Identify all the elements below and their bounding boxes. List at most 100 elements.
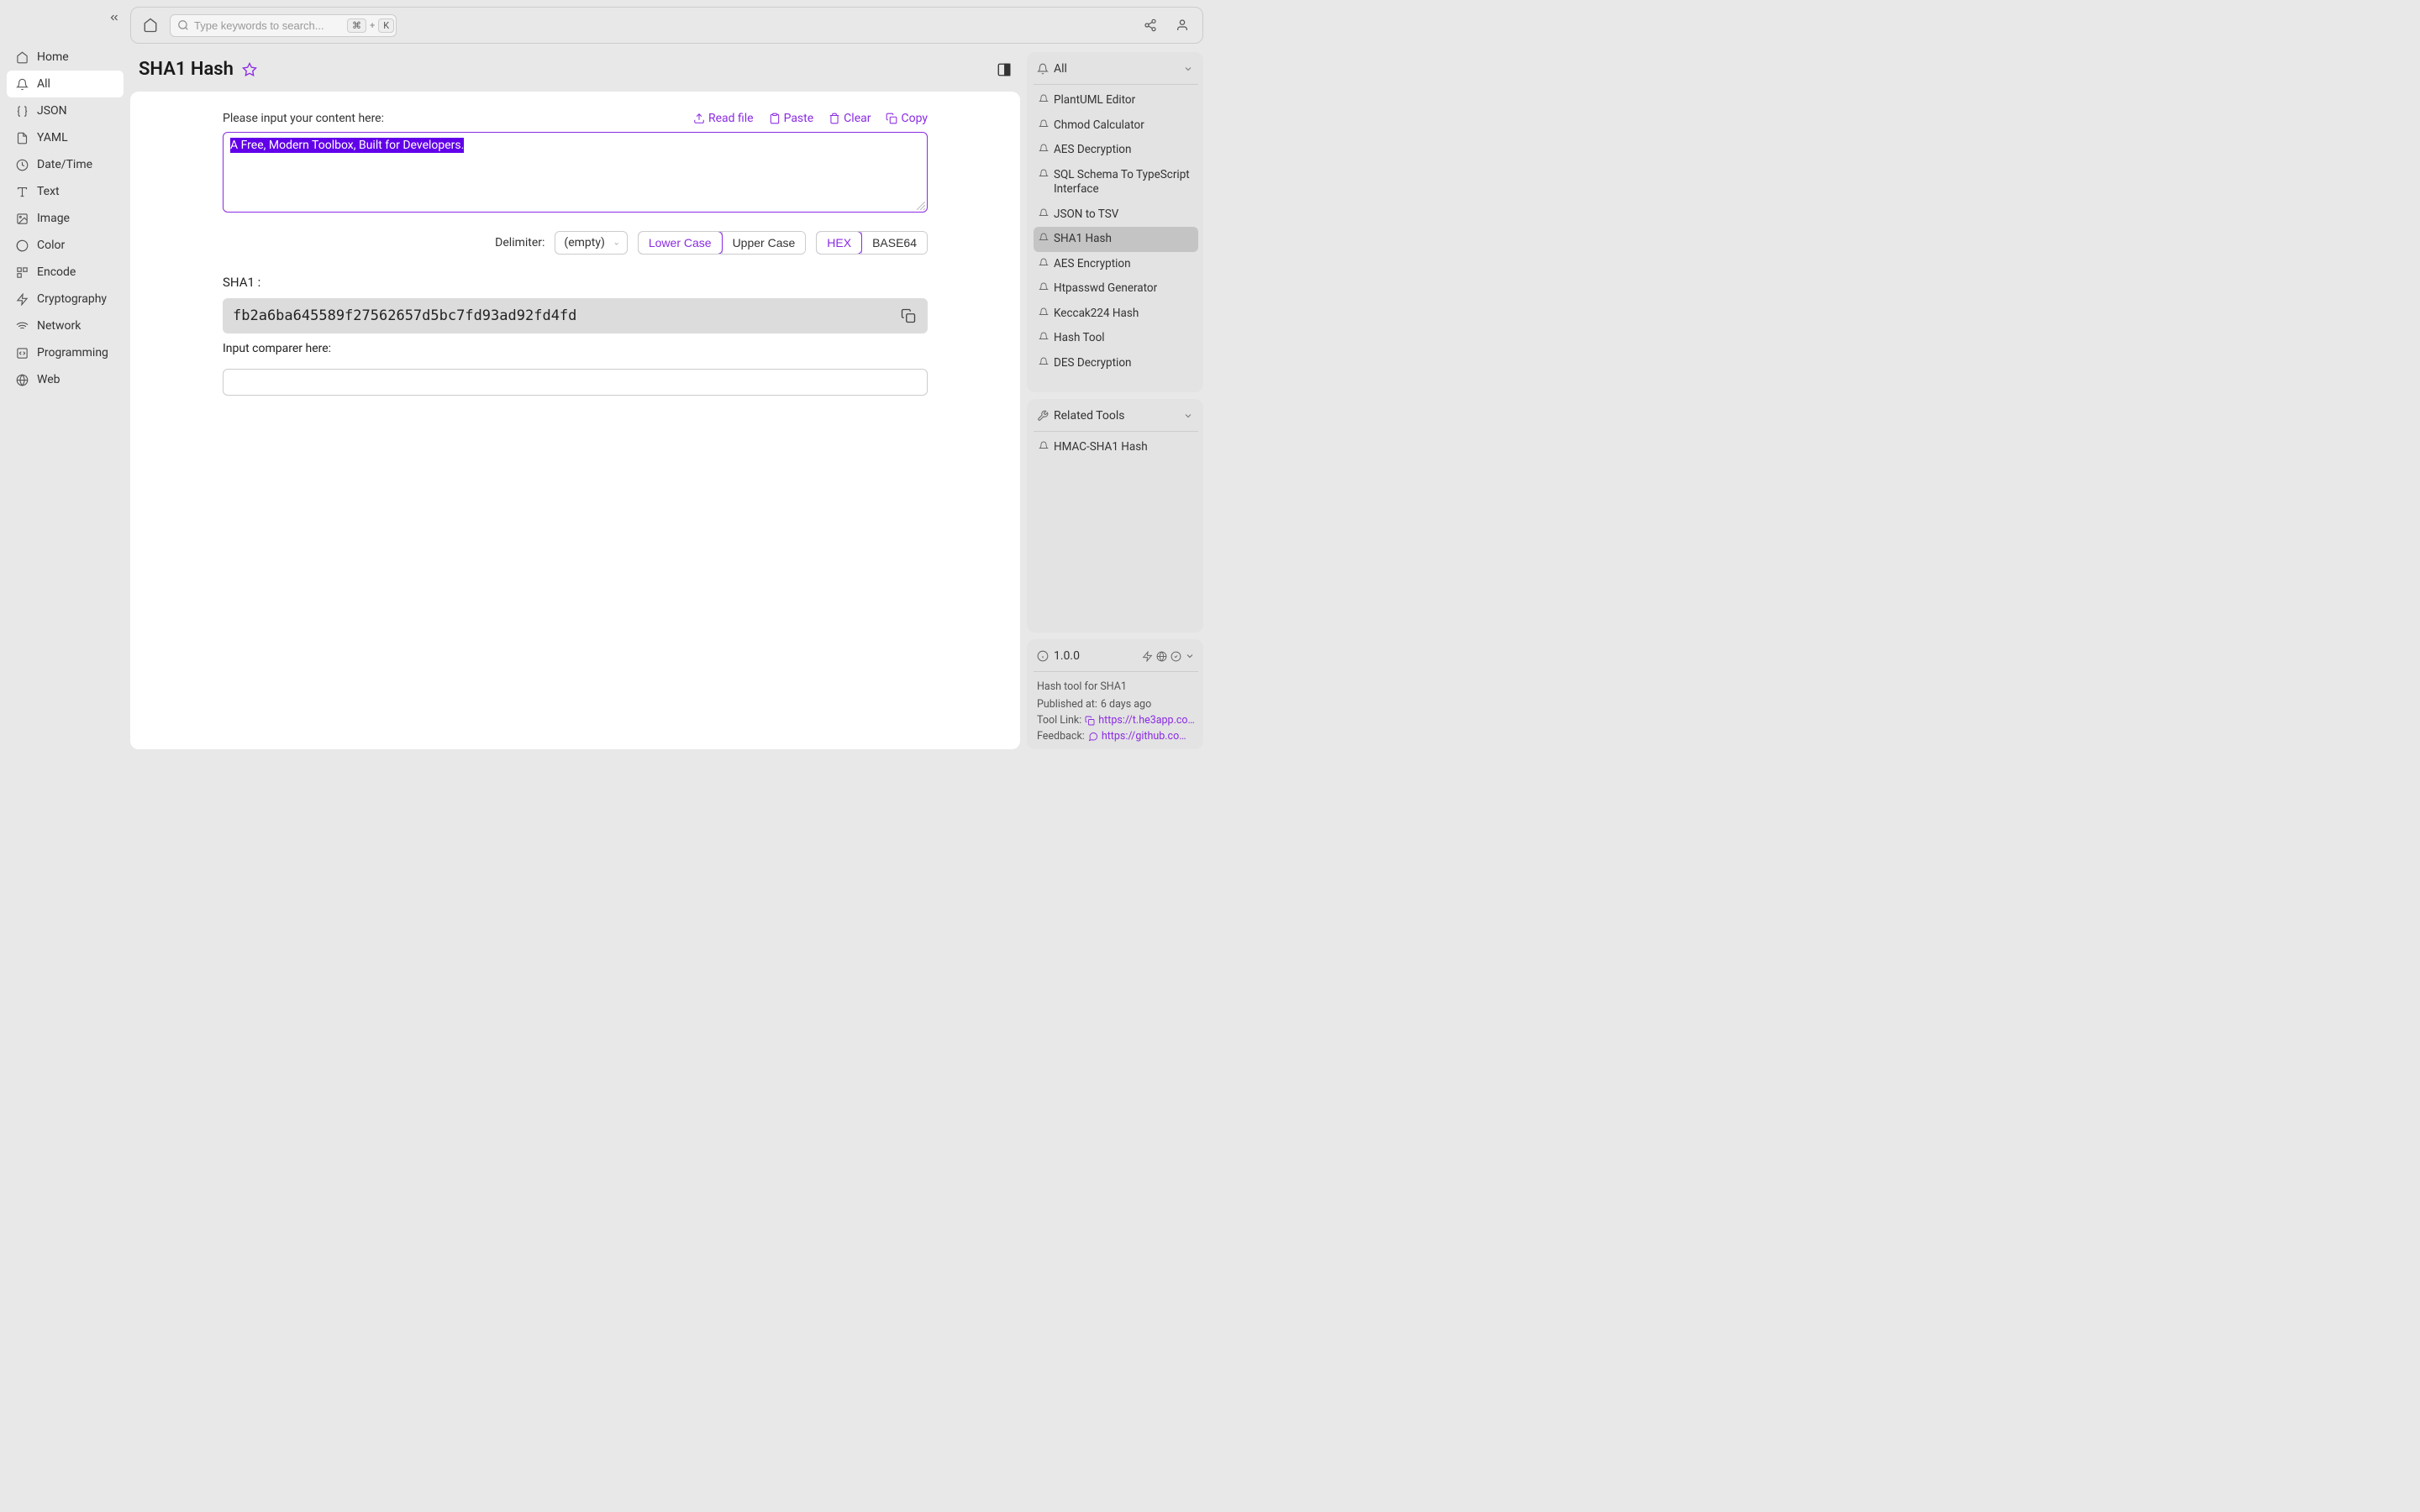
bell-icon: [1039, 94, 1049, 104]
info-description: Hash tool for SHA1: [1034, 679, 1198, 695]
sidebar-item-datetime[interactable]: Date/Time: [7, 151, 124, 178]
feedback-line: Feedback: https://github.com/…: [1034, 727, 1198, 743]
sidebar-item-all[interactable]: All: [7, 71, 124, 97]
chevron-down-icon[interactable]: [1185, 651, 1195, 661]
search-box[interactable]: ⌘ + K: [170, 14, 397, 37]
copy-link-icon[interactable]: [1085, 716, 1095, 726]
output-box: fb2a6ba645589f27562657d5bc7fd93ad92fd4fd: [223, 298, 928, 333]
wifi-icon: [15, 320, 29, 333]
bolt-icon: [15, 293, 29, 306]
format-toggle: HEX BASE64: [816, 231, 928, 255]
clear-button[interactable]: Clear: [829, 112, 871, 125]
braces-icon: [15, 105, 29, 118]
tool-item[interactable]: SQL Schema To TypeScript Interface: [1034, 163, 1198, 202]
tool-item[interactable]: DES Decryption: [1034, 351, 1198, 376]
tool-item[interactable]: Keccak224 Hash: [1034, 302, 1198, 327]
compare-input[interactable]: [223, 369, 928, 396]
tool-link[interactable]: https://t.he3app.co…: [1098, 714, 1195, 727]
tool-item[interactable]: Chmod Calculator: [1034, 113, 1198, 139]
copy-button[interactable]: Copy: [886, 112, 928, 125]
code-icon: [15, 347, 29, 360]
published-line: Published at: 6 days ago: [1034, 695, 1198, 711]
bell-icon: [1039, 441, 1049, 451]
info-icon: [1037, 650, 1049, 662]
favorite-button[interactable]: [242, 62, 257, 77]
message-icon[interactable]: [1088, 732, 1098, 742]
copy-output-button[interactable]: [899, 307, 918, 325]
palette-icon: [15, 239, 29, 252]
clock-icon: [15, 159, 29, 171]
bell-icon: [1039, 208, 1049, 218]
resize-handle-icon[interactable]: [917, 202, 925, 210]
sidebar-item-json[interactable]: JSON: [7, 97, 124, 124]
topbar: ⌘ + K: [130, 7, 1203, 44]
toggle-panel-button[interactable]: [997, 62, 1012, 77]
kbd-k: K: [378, 18, 394, 33]
sidebar-item-encode[interactable]: Encode: [7, 259, 124, 286]
chevron-down-icon: [1183, 411, 1193, 421]
bell-icon: [1037, 63, 1049, 75]
sidebar-item-yaml[interactable]: YAML: [7, 124, 124, 151]
bell-icon: [1039, 258, 1049, 268]
sidebar-item-label: Home: [37, 50, 69, 64]
sidebar-item-programming[interactable]: Programming: [7, 339, 124, 366]
tool-item[interactable]: HMAC-SHA1 Hash: [1034, 435, 1198, 460]
lowercase-button[interactable]: Lower Case: [638, 231, 723, 255]
uppercase-button[interactable]: Upper Case: [722, 232, 806, 254]
tool-list[interactable]: PlantUML Editor Chmod Calculator AES Dec…: [1034, 88, 1198, 386]
main: ⌘ + K SHA1 Hash: [130, 0, 1210, 756]
check-icon[interactable]: [1171, 651, 1181, 662]
delimiter-label: Delimiter:: [495, 236, 544, 249]
text-icon: [15, 186, 29, 198]
upload-icon: [693, 113, 705, 124]
bell-icon: [1039, 144, 1049, 154]
case-toggle: Lower Case Upper Case: [638, 231, 806, 255]
search-shortcut: ⌘ + K: [347, 18, 394, 33]
tool-item[interactable]: PlantUML Editor: [1034, 88, 1198, 113]
sidebar-item-text[interactable]: Text: [7, 178, 124, 205]
home-button[interactable]: [139, 14, 161, 36]
sidebar-item-label: Programming: [37, 346, 108, 360]
tool-item[interactable]: AES Encryption: [1034, 252, 1198, 277]
base64-button[interactable]: BASE64: [861, 232, 927, 254]
input-label: Please input your content here:: [223, 112, 384, 125]
chevron-down-icon: ⌄: [613, 239, 619, 248]
read-file-button[interactable]: Read file: [693, 112, 754, 125]
feedback-link[interactable]: https://github.com/…: [1102, 730, 1195, 743]
chevron-down-icon: [1183, 64, 1193, 74]
collapse-sidebar-button[interactable]: [108, 12, 120, 24]
globe-icon[interactable]: [1156, 651, 1167, 662]
copy-icon: [886, 113, 897, 124]
sidebar-item-web[interactable]: Web: [7, 366, 124, 393]
share-button[interactable]: [1139, 13, 1162, 37]
grid-icon: [15, 266, 29, 279]
delimiter-select[interactable]: (empty) ⌄: [555, 231, 627, 255]
tool-item[interactable]: Htpasswd Generator: [1034, 276, 1198, 302]
sidebar-item-color[interactable]: Color: [7, 232, 124, 259]
related-tools-header[interactable]: Related Tools: [1034, 406, 1198, 432]
compare-label: Input comparer here:: [223, 342, 928, 355]
output-value: fb2a6ba645589f27562657d5bc7fd93ad92fd4fd: [233, 307, 899, 324]
user-button[interactable]: [1171, 13, 1194, 37]
paste-button[interactable]: Paste: [769, 112, 814, 125]
sidebar-item-home[interactable]: Home: [7, 44, 124, 71]
search-input[interactable]: [194, 19, 342, 32]
right-panel: All PlantUML Editor Chmod Calculator AES…: [1027, 52, 1203, 749]
sidebar-item-network[interactable]: Network: [7, 312, 124, 339]
tool-header: SHA1 Hash: [130, 52, 1020, 92]
all-tools-header[interactable]: All: [1034, 59, 1198, 85]
tool-item[interactable]: AES Decryption: [1034, 138, 1198, 163]
bell-icon: [1039, 233, 1049, 243]
tool-item[interactable]: Hash Tool: [1034, 326, 1198, 351]
sidebar-item-image[interactable]: Image: [7, 205, 124, 232]
sidebar-item-label: JSON: [37, 104, 67, 118]
tool-item[interactable]: JSON to TSV: [1034, 202, 1198, 228]
bolt-icon[interactable]: [1142, 651, 1153, 662]
hex-button[interactable]: HEX: [816, 231, 862, 255]
sidebar-item-label: Color: [37, 239, 65, 252]
content-textarea[interactable]: A Free, Modern Toolbox, Built for Develo…: [223, 132, 928, 213]
home-icon: [15, 51, 29, 64]
tool-item[interactable]: SHA1 Hash: [1034, 227, 1198, 252]
clipboard-icon: [769, 113, 781, 124]
sidebar-item-cryptography[interactable]: Cryptography: [7, 286, 124, 312]
